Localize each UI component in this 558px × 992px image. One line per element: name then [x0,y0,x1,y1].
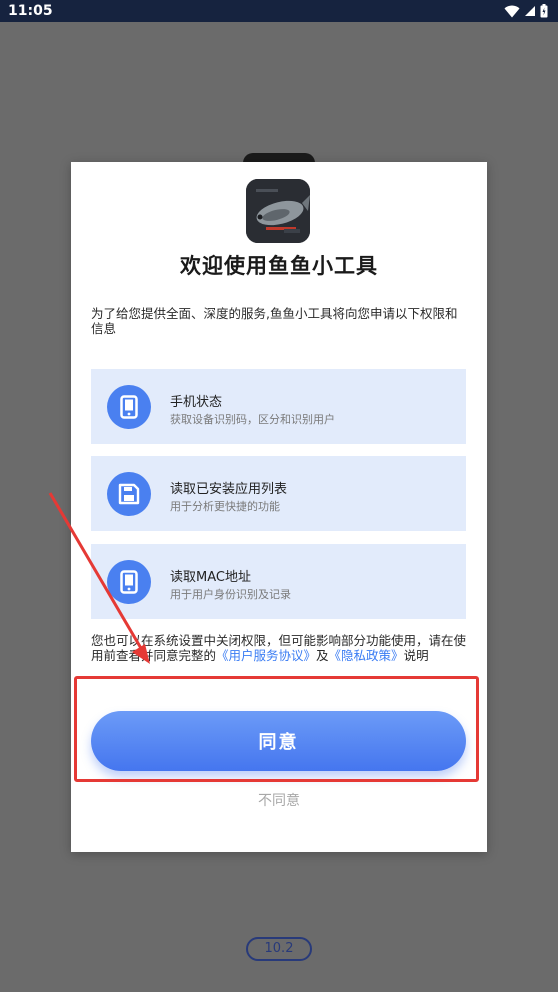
version-badge: 10.2 [246,937,312,961]
permission-desc: 用于用户身份识别及记录 [170,588,291,601]
disagree-button[interactable]: 不同意 [71,790,487,810]
wifi-icon [504,5,520,17]
notice-text: 您也可以在系统设置中关闭权限，但可能影响部分功能使用，请在使用前查看并同意完整的… [91,633,467,676]
save-icon [107,472,151,516]
status-time: 11:05 [8,3,53,19]
permission-card-phone-state: 手机状态 获取设备识别码，区分和识别用户 [91,369,466,444]
intro-text: 为了给您提供全面、深度的服务,鱼鱼小工具将向您申请以下权限和信息 [91,306,458,336]
permission-card-installed-apps: 读取已安装应用列表 用于分析更快捷的功能 [91,456,466,531]
permission-desc: 用于分析更快捷的功能 [170,500,280,513]
privacy-policy-link[interactable]: 《隐私政策》 [329,648,404,663]
user-agreement-link[interactable]: 《用户服务协议》 [216,648,316,663]
permission-dialog: 欢迎使用鱼鱼小工具 为了给您提供全面、深度的服务,鱼鱼小工具将向您申请以下权限和… [71,162,487,852]
phone-icon [107,385,151,429]
battery-icon [540,4,548,18]
status-icons [504,0,548,22]
app-logo-icon [246,179,310,243]
permission-card-mac-address: 读取MAC地址 用于用户身份识别及记录 [91,544,466,619]
permission-desc: 获取设备识别码，区分和识别用户 [170,413,335,426]
permission-name: 读取MAC地址 [170,570,251,585]
dialog-title: 欢迎使用鱼鱼小工具 [180,254,378,278]
agree-button[interactable]: 同意 [91,711,466,771]
cellular-signal-icon [525,6,535,16]
notice-suffix: 说明 [403,648,429,663]
phone-icon [107,560,151,604]
status-bar: 11:05 [0,0,558,22]
permission-name: 手机状态 [170,395,223,410]
notice-and: 及 [316,648,329,663]
permission-name: 读取已安装应用列表 [170,482,288,497]
